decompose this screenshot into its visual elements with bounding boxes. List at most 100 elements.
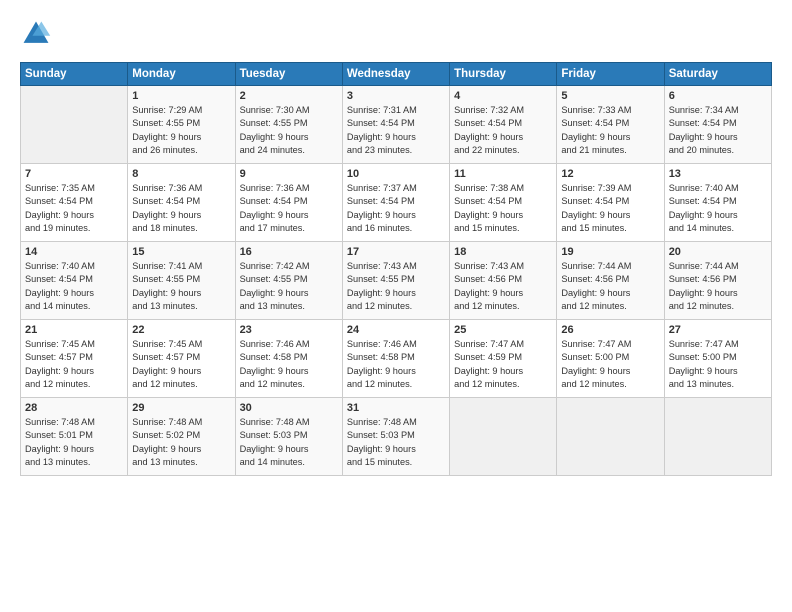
header-cell-friday: Friday: [557, 63, 664, 86]
calendar-cell: 6Sunrise: 7:34 AM Sunset: 4:54 PM Daylig…: [664, 86, 771, 164]
logo: [20, 18, 56, 50]
day-info: Sunrise: 7:45 AM Sunset: 4:57 PM Dayligh…: [132, 338, 230, 391]
day-info: Sunrise: 7:48 AM Sunset: 5:02 PM Dayligh…: [132, 416, 230, 469]
day-info: Sunrise: 7:42 AM Sunset: 4:55 PM Dayligh…: [240, 260, 338, 313]
day-info: Sunrise: 7:29 AM Sunset: 4:55 PM Dayligh…: [132, 104, 230, 157]
day-info: Sunrise: 7:36 AM Sunset: 4:54 PM Dayligh…: [240, 182, 338, 235]
header-cell-saturday: Saturday: [664, 63, 771, 86]
day-info: Sunrise: 7:48 AM Sunset: 5:03 PM Dayligh…: [347, 416, 445, 469]
day-info: Sunrise: 7:44 AM Sunset: 4:56 PM Dayligh…: [561, 260, 659, 313]
day-info: Sunrise: 7:30 AM Sunset: 4:55 PM Dayligh…: [240, 104, 338, 157]
day-number: 19: [561, 246, 659, 258]
day-number: 27: [669, 324, 767, 336]
day-number: 2: [240, 90, 338, 102]
day-info: Sunrise: 7:47 AM Sunset: 5:00 PM Dayligh…: [669, 338, 767, 391]
day-number: 12: [561, 168, 659, 180]
calendar-cell: 1 Sunrise: 7:29 AM Sunset: 4:55 PM Daylig…: [128, 86, 235, 164]
calendar-cell: 20 Sunrise: 7:44 AM Sunset: 4:56 PM Dayli…: [664, 242, 771, 320]
header-cell-sunday: Sunday: [21, 63, 128, 86]
calendar-cell: 21 Sunrise: 7:45 AM Sunset: 4:57 PM Dayli…: [21, 320, 128, 398]
day-info: Sunrise: 7:33 AM Sunset: 4:54 PM Dayligh…: [561, 104, 659, 157]
day-info: Sunrise: 7:45 AM Sunset: 4:57 PM Dayligh…: [25, 338, 123, 391]
day-number: 8: [132, 168, 230, 180]
calendar-cell: 24 Sunrise: 7:46 AM Sunset: 4:58 PM Dayli…: [342, 320, 449, 398]
calendar-table: SundayMondayTuesdayWednesdayThursdayFrid…: [20, 62, 772, 476]
day-info: Sunrise: 7:46 AM Sunset: 4:58 PM Dayligh…: [347, 338, 445, 391]
header-cell-thursday: Thursday: [450, 63, 557, 86]
calendar-cell: 29 Sunrise: 7:48 AM Sunset: 5:02 PM Dayli…: [128, 398, 235, 476]
day-number: 20: [669, 246, 767, 258]
week-row-2: 7Sunrise: 7:35 AM Sunset: 4:54 PM Daylig…: [21, 164, 772, 242]
calendar-cell: 15 Sunrise: 7:41 AM Sunset: 4:55 PM Dayli…: [128, 242, 235, 320]
day-info: Sunrise: 7:47 AM Sunset: 5:00 PM Dayligh…: [561, 338, 659, 391]
calendar-cell: [450, 398, 557, 476]
day-number: 9: [240, 168, 338, 180]
calendar-cell: 22 Sunrise: 7:45 AM Sunset: 4:57 PM Dayli…: [128, 320, 235, 398]
day-info: Sunrise: 7:37 AM Sunset: 4:54 PM Dayligh…: [347, 182, 445, 235]
calendar-cell: [557, 398, 664, 476]
week-row-4: 21 Sunrise: 7:45 AM Sunset: 4:57 PM Dayli…: [21, 320, 772, 398]
day-number: 22: [132, 324, 230, 336]
day-number: 7: [25, 168, 123, 180]
day-number: 25: [454, 324, 552, 336]
day-info: Sunrise: 7:44 AM Sunset: 4:56 PM Dayligh…: [669, 260, 767, 313]
day-number: 14: [25, 246, 123, 258]
week-row-3: 14Sunrise: 7:40 AM Sunset: 4:54 PM Dayli…: [21, 242, 772, 320]
calendar-cell: 16Sunrise: 7:42 AM Sunset: 4:55 PM Dayli…: [235, 242, 342, 320]
day-number: 30: [240, 402, 338, 414]
calendar-cell: 18Sunrise: 7:43 AM Sunset: 4:56 PM Dayli…: [450, 242, 557, 320]
day-number: 21: [25, 324, 123, 336]
day-info: Sunrise: 7:40 AM Sunset: 4:54 PM Dayligh…: [669, 182, 767, 235]
calendar-cell: 7Sunrise: 7:35 AM Sunset: 4:54 PM Daylig…: [21, 164, 128, 242]
day-number: 15: [132, 246, 230, 258]
logo-icon: [20, 18, 52, 50]
calendar-cell: 10 Sunrise: 7:37 AM Sunset: 4:54 PM Dayli…: [342, 164, 449, 242]
day-number: 6: [669, 90, 767, 102]
page-header: [20, 18, 772, 50]
header-cell-wednesday: Wednesday: [342, 63, 449, 86]
week-row-5: 28 Sunrise: 7:48 AM Sunset: 5:01 PM Dayli…: [21, 398, 772, 476]
day-info: Sunrise: 7:41 AM Sunset: 4:55 PM Dayligh…: [132, 260, 230, 313]
day-number: 24: [347, 324, 445, 336]
calendar-cell: 5 Sunrise: 7:33 AM Sunset: 4:54 PM Daylig…: [557, 86, 664, 164]
day-number: 31: [347, 402, 445, 414]
calendar-cell: 30 Sunrise: 7:48 AM Sunset: 5:03 PM Dayli…: [235, 398, 342, 476]
calendar-cell: 9 Sunrise: 7:36 AM Sunset: 4:54 PM Daylig…: [235, 164, 342, 242]
day-info: Sunrise: 7:39 AM Sunset: 4:54 PM Dayligh…: [561, 182, 659, 235]
day-number: 5: [561, 90, 659, 102]
day-number: 10: [347, 168, 445, 180]
day-number: 17: [347, 246, 445, 258]
calendar-cell: 25 Sunrise: 7:47 AM Sunset: 4:59 PM Dayli…: [450, 320, 557, 398]
day-number: 28: [25, 402, 123, 414]
day-number: 26: [561, 324, 659, 336]
calendar-cell: 13 Sunrise: 7:40 AM Sunset: 4:54 PM Dayli…: [664, 164, 771, 242]
header-cell-tuesday: Tuesday: [235, 63, 342, 86]
calendar-cell: 11 Sunrise: 7:38 AM Sunset: 4:54 PM Dayli…: [450, 164, 557, 242]
calendar-cell: 8 Sunrise: 7:36 AM Sunset: 4:54 PM Daylig…: [128, 164, 235, 242]
calendar-cell: 28 Sunrise: 7:48 AM Sunset: 5:01 PM Dayli…: [21, 398, 128, 476]
day-info: Sunrise: 7:38 AM Sunset: 4:54 PM Dayligh…: [454, 182, 552, 235]
calendar-cell: 27 Sunrise: 7:47 AM Sunset: 5:00 PM Dayli…: [664, 320, 771, 398]
day-info: Sunrise: 7:46 AM Sunset: 4:58 PM Dayligh…: [240, 338, 338, 391]
day-number: 3: [347, 90, 445, 102]
day-number: 4: [454, 90, 552, 102]
day-info: Sunrise: 7:48 AM Sunset: 5:03 PM Dayligh…: [240, 416, 338, 469]
calendar-cell: [21, 86, 128, 164]
calendar-cell: 26 Sunrise: 7:47 AM Sunset: 5:00 PM Dayli…: [557, 320, 664, 398]
calendar-cell: 12 Sunrise: 7:39 AM Sunset: 4:54 PM Dayli…: [557, 164, 664, 242]
day-info: Sunrise: 7:36 AM Sunset: 4:54 PM Dayligh…: [132, 182, 230, 235]
day-number: 23: [240, 324, 338, 336]
calendar-cell: 14Sunrise: 7:40 AM Sunset: 4:54 PM Dayli…: [21, 242, 128, 320]
day-number: 11: [454, 168, 552, 180]
day-info: Sunrise: 7:48 AM Sunset: 5:01 PM Dayligh…: [25, 416, 123, 469]
day-info: Sunrise: 7:47 AM Sunset: 4:59 PM Dayligh…: [454, 338, 552, 391]
calendar-cell: 17 Sunrise: 7:43 AM Sunset: 4:55 PM Dayli…: [342, 242, 449, 320]
day-number: 29: [132, 402, 230, 414]
calendar-cell: 4Sunrise: 7:32 AM Sunset: 4:54 PM Daylig…: [450, 86, 557, 164]
day-number: 18: [454, 246, 552, 258]
calendar-header: SundayMondayTuesdayWednesdayThursdayFrid…: [21, 63, 772, 86]
day-number: 1: [132, 90, 230, 102]
calendar-body: 1 Sunrise: 7:29 AM Sunset: 4:55 PM Daylig…: [21, 86, 772, 476]
day-info: Sunrise: 7:43 AM Sunset: 4:55 PM Dayligh…: [347, 260, 445, 313]
day-number: 13: [669, 168, 767, 180]
